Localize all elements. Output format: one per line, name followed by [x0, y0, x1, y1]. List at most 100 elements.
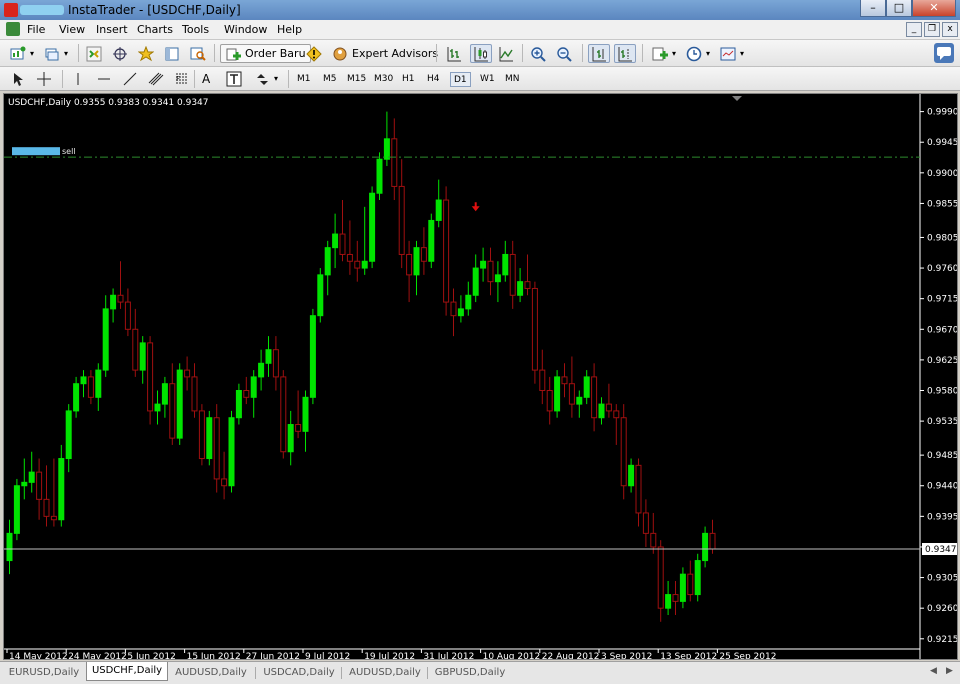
candle-body — [28, 471, 35, 483]
crosshair-tool-button[interactable] — [34, 69, 54, 88]
candle-body — [657, 546, 664, 609]
candle-body — [665, 594, 672, 609]
minimize-button[interactable]: – — [860, 0, 886, 17]
candle-body — [391, 138, 398, 187]
timeframe-m5[interactable]: M5 — [320, 72, 340, 87]
timeframe-h1[interactable]: H1 — [399, 72, 418, 87]
toolbar-separator — [582, 44, 583, 62]
candle-body — [272, 349, 279, 378]
timeframe-h4[interactable]: H4 — [424, 72, 443, 87]
chart-tab[interactable]: USDCAD,Daily — [258, 664, 340, 682]
menu-tools[interactable]: Tools — [182, 23, 209, 36]
candle-body — [531, 287, 538, 371]
candle-body — [546, 390, 553, 412]
timeframe-m1[interactable]: M1 — [294, 72, 314, 87]
tab-scroll-left-icon[interactable]: ◀ — [930, 666, 937, 676]
trendline-button[interactable] — [120, 69, 140, 88]
price-chart[interactable]: 0.9990 0.9945 0.9900 0.9855 0.9805 0.9760 0.97… — [4, 94, 959, 662]
new-order-plus-icon — [226, 48, 241, 60]
candle-body — [472, 267, 479, 296]
equidistant-channel-button[interactable] — [146, 69, 166, 88]
menu-insert[interactable]: Insert — [96, 23, 128, 36]
text-tool-button[interactable]: A — [200, 69, 212, 88]
chart-window-icon[interactable] — [6, 22, 20, 36]
indicators-button[interactable]: ▾ — [650, 44, 678, 63]
candle-body — [628, 464, 635, 487]
child-restore-button[interactable]: ❐ — [924, 22, 940, 37]
candle-body — [110, 294, 117, 310]
notification-button[interactable] — [934, 43, 954, 63]
autotrading-button[interactable] — [304, 44, 324, 63]
chart-shift-button[interactable] — [614, 44, 636, 63]
strategy-tester-button[interactable] — [188, 44, 208, 63]
candle-body — [280, 376, 287, 453]
chart-tab[interactable]: AUDUSD,Daily — [170, 664, 252, 682]
timeframe-d1[interactable]: D1 — [450, 72, 471, 87]
app-icon — [4, 3, 18, 17]
new-chart-button[interactable]: ▾ — [8, 44, 36, 63]
candle-body — [36, 471, 43, 500]
terminal-button[interactable] — [162, 44, 182, 63]
menu-file[interactable]: File — [27, 23, 45, 36]
chart-tab[interactable]: EURUSD,Daily — [4, 664, 84, 682]
child-minimize-button[interactable]: _ — [906, 22, 922, 37]
child-close-button[interactable]: x — [942, 22, 958, 37]
candle-body — [346, 253, 353, 262]
chart-tab[interactable]: GBPUSD,Daily — [430, 664, 510, 682]
candle-body — [302, 396, 309, 432]
menu-help[interactable]: Help — [277, 23, 302, 36]
new-order-label: Order Baru — [245, 47, 306, 60]
line-chart-button[interactable] — [496, 44, 516, 63]
new-order-button[interactable]: Order Baru — [220, 44, 311, 63]
candle-body — [206, 417, 213, 460]
chart-tab[interactable]: AUDUSD,Daily — [344, 664, 426, 682]
arrows-button[interactable]: ▾ — [252, 69, 280, 88]
candle-body — [428, 219, 435, 262]
maximize-button[interactable]: □ — [886, 0, 912, 17]
time-tick-label: 31 Jul 2012 — [423, 652, 474, 659]
candle-body — [361, 260, 368, 269]
star-folder-icon — [138, 45, 154, 61]
expert-advisors-button[interactable]: Expert Advisors — [330, 44, 440, 63]
chart-window[interactable]: 0.9990 0.9945 0.9900 0.9855 0.9805 0.9760 0.97… — [3, 93, 959, 662]
auto-scroll-button[interactable] — [588, 44, 610, 63]
candle-body — [58, 458, 65, 521]
timeframe-m15[interactable]: M15 — [344, 72, 369, 87]
time-tick-label: 15 Jun 2012 — [187, 652, 241, 659]
data-window-button[interactable] — [110, 44, 130, 63]
indicators-icon — [652, 47, 668, 60]
vertical-line-button[interactable] — [68, 69, 88, 88]
time-tick-label: 10 Aug 2012 — [483, 652, 541, 659]
bar-chart-button[interactable] — [444, 44, 464, 63]
menu-view[interactable]: View — [59, 23, 85, 36]
template-icon — [720, 47, 736, 60]
candlestick-chart-button[interactable] — [470, 44, 492, 63]
chart-tab-active[interactable]: USDCHF,Daily — [86, 662, 168, 681]
text-label-button[interactable] — [224, 69, 244, 88]
navigator-button[interactable] — [136, 44, 156, 63]
market-watch-button[interactable] — [84, 44, 104, 63]
warning-diamond-icon — [306, 45, 322, 62]
timeframe-w1[interactable]: W1 — [477, 72, 498, 87]
periods-button[interactable]: ▾ — [684, 44, 712, 63]
close-button[interactable]: ✕ — [912, 0, 956, 17]
cursor-arrow-icon — [14, 72, 23, 86]
horizontal-line-button[interactable] — [94, 69, 114, 88]
toolbar-separator — [78, 44, 79, 62]
tab-scroll-right-icon[interactable]: ▶ — [946, 666, 953, 676]
crosshair-target-icon — [113, 46, 127, 61]
templates-button[interactable]: ▾ — [718, 44, 746, 63]
candle-body — [161, 383, 168, 405]
timeframe-mn[interactable]: MN — [502, 72, 523, 87]
zoom-in-button[interactable] — [528, 44, 548, 63]
candle-body — [139, 342, 146, 371]
menu-window[interactable]: Window — [224, 23, 267, 36]
candle-body — [50, 515, 57, 521]
fibonacci-button[interactable]: F — [172, 69, 192, 88]
menu-charts[interactable]: Charts — [137, 23, 173, 36]
candle-body — [702, 532, 709, 562]
cursor-tool-button[interactable] — [8, 69, 28, 88]
zoom-out-button[interactable] — [554, 44, 574, 63]
profiles-button[interactable]: ▾ — [42, 44, 70, 63]
timeframe-m30[interactable]: M30 — [371, 72, 396, 87]
